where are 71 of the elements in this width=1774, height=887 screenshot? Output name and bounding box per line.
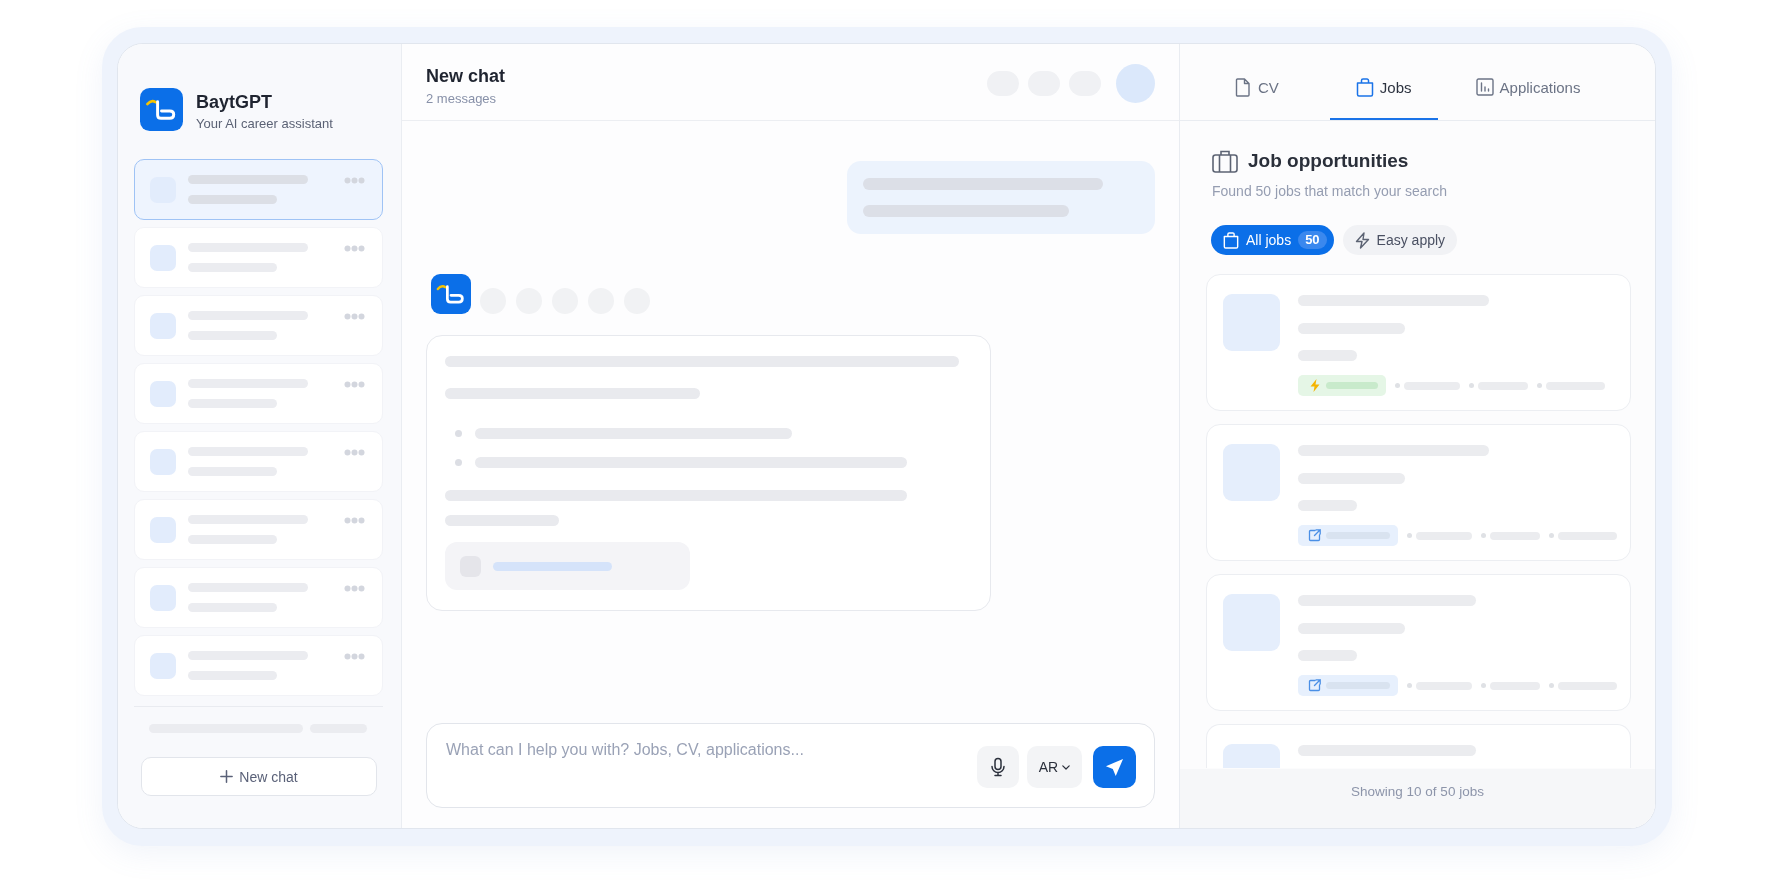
panel-tab[interactable]: Jobs <box>1329 44 1438 120</box>
external-link-icon <box>1308 529 1321 542</box>
more-dots-icon[interactable] <box>344 449 365 456</box>
separator-dot-icon <box>1469 383 1474 388</box>
send-button[interactable] <box>1093 746 1136 788</box>
chevron-down-icon <box>1062 764 1071 770</box>
language-button[interactable]: AR <box>1027 746 1082 788</box>
chat-title: New chat <box>426 65 506 87</box>
panel-tab[interactable]: CV <box>1208 44 1305 120</box>
panel-title: Job opportunities <box>1248 149 1409 173</box>
more-dots-icon[interactable] <box>344 585 365 592</box>
bullet-dot-icon <box>455 430 462 437</box>
placeholder-tile-icon <box>150 584 176 611</box>
separator-dot-icon <box>1407 533 1412 538</box>
panel-tab[interactable]: Applications <box>1449 44 1607 120</box>
placeholder-tile-icon <box>150 448 176 475</box>
more-dots-icon[interactable] <box>344 653 365 660</box>
logo-placeholder <box>1223 444 1280 501</box>
message-count: 2 messages <box>426 90 498 108</box>
placeholder-tile-icon <box>150 312 176 339</box>
bag-icon <box>1223 231 1239 249</box>
assistant-avatar-icon <box>431 274 471 314</box>
separator-dot-icon <box>1481 533 1486 538</box>
briefcase-icon <box>1212 149 1238 173</box>
filter-chip[interactable]: All jobs 50 <box>1211 225 1334 255</box>
logo-placeholder <box>1223 744 1280 768</box>
separator-dot-icon <box>1537 383 1542 388</box>
panel-subtitle: Found 50 jobs that match your search <box>1212 182 1449 201</box>
lightning-icon <box>1354 231 1370 249</box>
placeholder-tile-icon <box>150 244 176 271</box>
plus-icon <box>220 770 234 783</box>
app-name: BaytGPT <box>196 91 274 113</box>
placeholder-tile-icon <box>150 380 176 407</box>
microphone-icon <box>988 757 1008 777</box>
external-link-icon <box>1308 679 1321 692</box>
app-tagline: Your AI career assistant <box>196 115 333 132</box>
microphone-button[interactable] <box>977 746 1019 788</box>
separator-dot-icon <box>1407 683 1412 688</box>
more-dots-icon[interactable] <box>344 381 365 388</box>
avatar-placeholder <box>1116 64 1155 103</box>
bag-icon <box>1355 77 1374 97</box>
skeleton-line <box>1326 382 1378 389</box>
message-composer[interactable]: What can I help you with? Jobs, CV, applications... AR <box>426 723 1155 808</box>
filter-chip[interactable]: Easy apply <box>1342 225 1458 255</box>
job-card[interactable] <box>1206 724 1631 768</box>
separator-dot-icon <box>1395 383 1400 388</box>
separator-dot-icon <box>1549 683 1554 688</box>
job-card[interactable] <box>1206 424 1631 561</box>
placeholder-tile-icon <box>150 652 176 679</box>
lightning-icon <box>1310 379 1320 392</box>
conversation-item[interactable] <box>134 159 383 220</box>
chart-icon <box>1475 78 1494 96</box>
document-icon <box>1234 77 1252 97</box>
logo-placeholder <box>1223 594 1280 651</box>
more-dots-icon[interactable] <box>344 517 365 524</box>
placeholder-tile-icon <box>150 516 176 543</box>
more-dots-icon[interactable] <box>344 177 365 184</box>
separator-dot-icon <box>1481 683 1486 688</box>
job-card[interactable] <box>1206 274 1631 411</box>
send-icon <box>1105 757 1124 777</box>
job-card[interactable] <box>1206 574 1631 711</box>
bullet-dot-icon <box>455 459 462 466</box>
logo-icon <box>140 88 183 131</box>
more-dots-icon[interactable] <box>344 245 365 252</box>
more-dots-icon[interactable] <box>344 313 365 320</box>
message-input[interactable]: What can I help you with? Jobs, CV, applications... <box>446 739 961 788</box>
separator-dot-icon <box>1549 533 1554 538</box>
count-badge: 50 <box>1298 231 1327 249</box>
results-count: Showing 10 of 50 jobs <box>1351 783 1484 801</box>
new-chat-button[interactable]: New chat <box>141 757 377 796</box>
logo-placeholder <box>1223 294 1280 351</box>
